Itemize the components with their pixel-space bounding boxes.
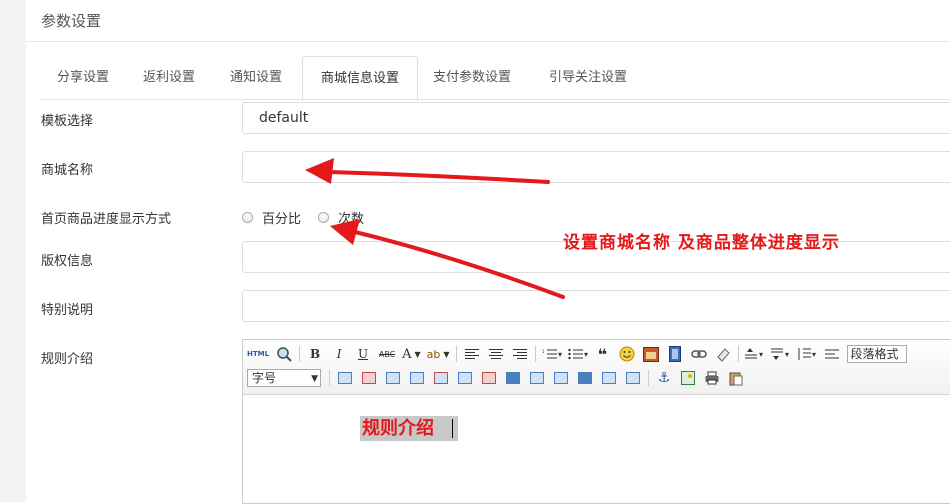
emoji-icon[interactable] <box>618 345 636 363</box>
radio-percent-label: 百分比 <box>262 212 302 227</box>
tab-shop-info-settings[interactable]: 商城信息设置 <box>302 56 418 101</box>
font-size-select[interactable]: 字号 ▼ <box>247 369 321 387</box>
copyright-label: 版权信息 <box>41 254 94 269</box>
align-left-icon[interactable] <box>463 345 481 363</box>
merge-cells-icon[interactable] <box>504 369 522 387</box>
align-center-icon[interactable] <box>487 345 505 363</box>
annotation-text: 设置商城名称 及商品整体进度显示 <box>563 233 840 253</box>
merge-down-icon[interactable] <box>552 369 570 387</box>
tab-follow-guide-settings[interactable]: 引导关注设置 <box>549 56 627 99</box>
highlight-color-label: ab <box>426 347 441 361</box>
highlight-color-icon[interactable]: ab ▼ <box>427 345 450 363</box>
anchor-icon[interactable]: ⚓ <box>655 369 673 387</box>
indent-icon[interactable]: ▾ <box>744 345 765 363</box>
template-label: 模板选择 <box>41 114 94 129</box>
bold-icon[interactable]: B <box>306 345 324 363</box>
merge-right-icon[interactable] <box>528 369 546 387</box>
split-cells-icon[interactable] <box>576 369 594 387</box>
radio-percent[interactable]: 百分比 <box>242 208 301 227</box>
insert-table-icon[interactable] <box>336 369 354 387</box>
radio-circle[interactable] <box>242 212 253 223</box>
toolbar-separator <box>737 346 739 362</box>
svg-text:▾: ▾ <box>759 350 763 359</box>
tabs-divider <box>41 99 950 100</box>
toolbar-separator <box>534 346 536 362</box>
radio-circle[interactable] <box>318 212 329 223</box>
editor-body[interactable]: 规则介绍 <box>243 395 950 503</box>
toolbar-separator <box>329 370 330 386</box>
table-caption-icon[interactable] <box>384 369 402 387</box>
delete-col-icon[interactable] <box>480 369 498 387</box>
tab-notify-settings[interactable]: 通知设置 <box>230 56 282 99</box>
underline-icon[interactable]: U <box>354 345 372 363</box>
insert-image-icon[interactable] <box>679 369 697 387</box>
insert-row-icon[interactable] <box>408 369 426 387</box>
toolbar-separator <box>648 370 649 386</box>
special-note-label: 特别说明 <box>41 303 94 318</box>
svg-text:▾: ▾ <box>812 350 816 359</box>
template-select[interactable]: default <box>242 102 950 134</box>
video-icon[interactable] <box>666 345 684 363</box>
link-icon[interactable] <box>690 345 708 363</box>
tab-payment-settings[interactable]: 支付参数设置 <box>433 56 511 99</box>
tab-rebate-settings[interactable]: 返利设置 <box>143 56 195 99</box>
svg-text:▾: ▾ <box>584 350 588 359</box>
svg-text:1: 1 <box>542 349 545 354</box>
text-caret <box>452 419 453 438</box>
settings-panel: 参数设置 分享设置 返利设置 通知设置 商城信息设置 支付参数设置 引导关注设置… <box>26 0 950 504</box>
left-gutter <box>0 0 26 502</box>
radio-count-label: 次数 <box>338 212 365 227</box>
editor-toolbar: HTML B I U ABC A ▼ ab ▼ 1 ▾ ▾ ❝ ▾ ▾ ▾ 段落… <box>243 340 950 395</box>
rich-text-editor[interactable]: HTML B I U ABC A ▼ ab ▼ 1 ▾ ▾ ❝ ▾ ▾ ▾ 段落… <box>242 339 950 504</box>
page-title: 参数设置 <box>41 12 102 30</box>
rules-label: 规则介绍 <box>41 352 94 367</box>
chevron-down-icon: ▼ <box>311 374 318 384</box>
paragraph-format-select[interactable]: 段落格式 <box>846 345 907 363</box>
font-color-icon[interactable]: A ▼ <box>402 345 421 363</box>
toolbar-separator <box>299 346 301 362</box>
shop-name-label: 商城名称 <box>41 163 94 178</box>
paste-icon[interactable] <box>727 369 745 387</box>
delete-row-icon[interactable] <box>432 369 450 387</box>
line-height-icon[interactable]: ▾ <box>797 345 817 363</box>
toolbar-separator <box>455 346 457 362</box>
strikethrough-icon[interactable]: ABC <box>378 345 396 363</box>
html-source-icon[interactable]: HTML <box>247 345 269 363</box>
italic-icon[interactable]: I <box>330 345 348 363</box>
delete-table-icon[interactable] <box>360 369 378 387</box>
tab-share-settings[interactable]: 分享设置 <box>57 56 109 99</box>
paragraph-icon[interactable] <box>823 345 841 363</box>
split-rows-icon[interactable] <box>600 369 618 387</box>
split-cols-icon[interactable] <box>624 369 642 387</box>
insert-col-icon[interactable] <box>456 369 474 387</box>
print-icon[interactable] <box>703 369 721 387</box>
svg-text:▾: ▾ <box>558 350 562 359</box>
shop-name-input[interactable] <box>242 151 950 183</box>
title-divider <box>26 41 950 42</box>
special-note-input[interactable] <box>242 290 950 322</box>
toolbar-row-2: 字号 ▼ ⚓ <box>247 368 751 388</box>
preview-icon[interactable] <box>275 345 293 363</box>
align-right-icon[interactable] <box>511 345 529 363</box>
spacing-icon[interactable]: ▾ <box>770 345 791 363</box>
progress-mode-label: 首页商品进度显示方式 <box>41 212 172 227</box>
settings-tabs: 分享设置 返利设置 通知设置 商城信息设置 支付参数设置 引导关注设置 <box>41 56 950 101</box>
ordered-list-icon[interactable]: 1 ▾ <box>542 345 562 363</box>
svg-text:▾: ▾ <box>785 350 789 359</box>
image-icon[interactable] <box>642 345 660 363</box>
font-color-label: A <box>402 346 412 362</box>
quote-icon[interactable]: ❝ <box>594 345 612 364</box>
toolbar-row-1: HTML B I U ABC A ▼ ab ▼ 1 ▾ ▾ ❝ ▾ ▾ ▾ 段落… <box>247 344 907 364</box>
clear-format-icon[interactable] <box>714 345 732 363</box>
unordered-list-icon[interactable]: ▾ <box>567 345 588 363</box>
radio-count[interactable]: 次数 <box>318 208 364 227</box>
rules-content-text: 规则介绍 <box>360 416 458 441</box>
font-size-label: 字号 <box>252 371 277 385</box>
